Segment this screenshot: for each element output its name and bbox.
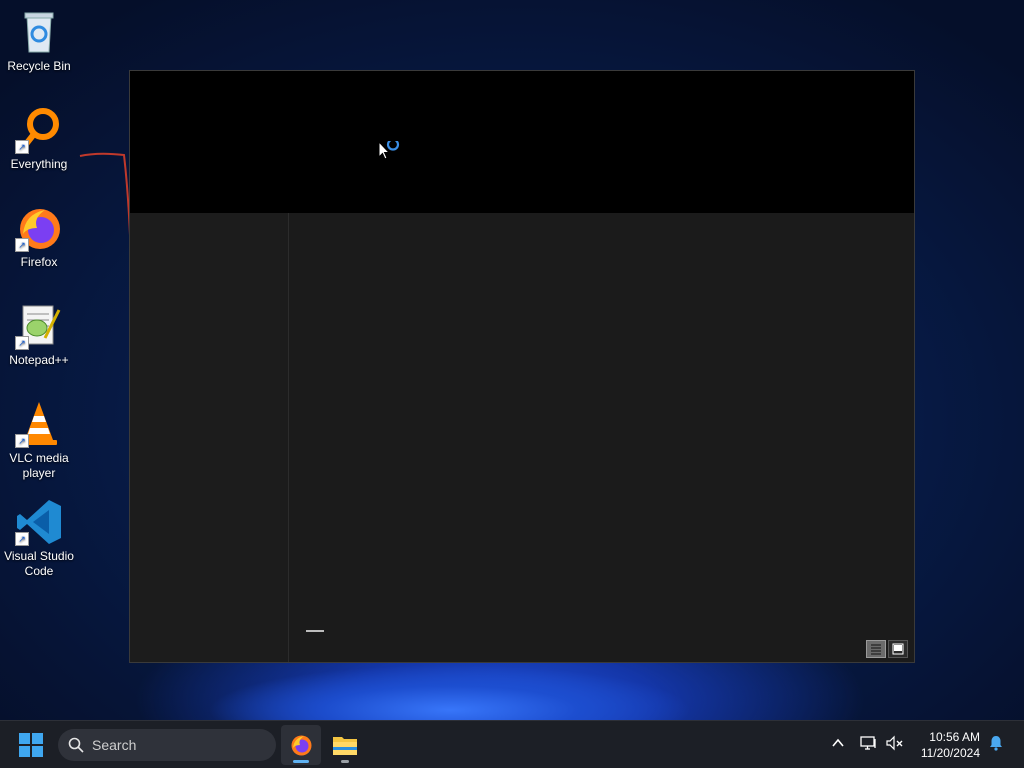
vlc-icon: ↗ [15, 400, 63, 448]
view-buttons [866, 640, 908, 658]
status-bar-indicator [306, 630, 324, 632]
shortcut-arrow-icon: ↗ [15, 238, 29, 252]
clock-date: 11/20/2024 [920, 746, 980, 760]
window-header [130, 71, 914, 213]
details-view-button[interactable] [866, 640, 886, 658]
shortcut-arrow-icon: ↗ [15, 532, 29, 546]
notifications-button[interactable] [988, 735, 1004, 756]
desktop-icon-vscode[interactable]: ↗ Visual Studio Code [2, 498, 76, 579]
network-status-button[interactable] [860, 735, 878, 756]
desktop-icon-label: VLC media player [9, 451, 69, 480]
preview-view-button[interactable] [888, 640, 908, 658]
clock-time: 10:56 AM [929, 730, 980, 744]
everything-search-icon: ↗ [15, 106, 63, 154]
firefox-icon [291, 735, 312, 756]
firefox-icon: ↗ [15, 204, 63, 252]
running-app-indicator [341, 760, 349, 763]
bell-icon [990, 736, 1002, 751]
desktop-icon-vlc[interactable]: ↗ VLC media player [2, 400, 76, 481]
shortcut-arrow-icon: ↗ [15, 336, 29, 350]
search-label: Search [92, 737, 137, 753]
taskbar-clock[interactable]: 10:56 AM 11/20/2024 [921, 729, 980, 761]
chevron-up-icon [832, 738, 844, 747]
shortcut-arrow-icon: ↗ [15, 434, 29, 448]
desktop-icon-label: Notepad++ [9, 353, 69, 367]
desktop-icon-everything[interactable]: ↗ Everything [2, 106, 76, 172]
taskbar-app-firefox[interactable] [281, 725, 321, 765]
notepad-plus-plus-icon: ↗ [15, 302, 63, 350]
details-view-icon [871, 644, 881, 655]
search-icon [68, 737, 84, 753]
desktop-icon-label: Everything [10, 157, 68, 171]
busy-cursor-icon [378, 141, 400, 160]
taskbar-search-box[interactable]: Search [58, 729, 276, 761]
desktop-icon-label: Firefox [20, 255, 58, 269]
recycle-bin-icon [15, 8, 63, 56]
network-icon [860, 736, 876, 750]
file-explorer-icon [333, 737, 357, 755]
desktop-icon-label: Visual Studio Code [4, 549, 74, 578]
start-button[interactable] [19, 733, 43, 757]
taskbar: Search 10:56 AM 11/20/2024 [0, 720, 1024, 768]
desktop-icon-notepad-plus-plus[interactable]: ↗ Notepad++ [2, 302, 76, 368]
volume-muted-button[interactable] [886, 735, 904, 756]
vscode-icon: ↗ [15, 498, 63, 546]
navigation-pane[interactable] [130, 213, 289, 662]
desktop-icon-firefox[interactable]: ↗ Firefox [2, 204, 76, 270]
speaker-muted-icon [886, 735, 903, 751]
app-window[interactable] [129, 70, 915, 663]
show-hidden-icons-button[interactable] [830, 735, 846, 756]
active-app-indicator [293, 760, 309, 763]
preview-view-icon [892, 643, 904, 655]
shortcut-arrow-icon: ↗ [15, 140, 29, 154]
content-pane[interactable] [289, 213, 914, 662]
desktop-icon-label: Recycle Bin [7, 59, 71, 73]
taskbar-app-file-explorer[interactable] [325, 725, 365, 765]
windows-logo-icon [19, 733, 43, 757]
desktop-icon-recycle-bin[interactable]: Recycle Bin [2, 8, 76, 74]
